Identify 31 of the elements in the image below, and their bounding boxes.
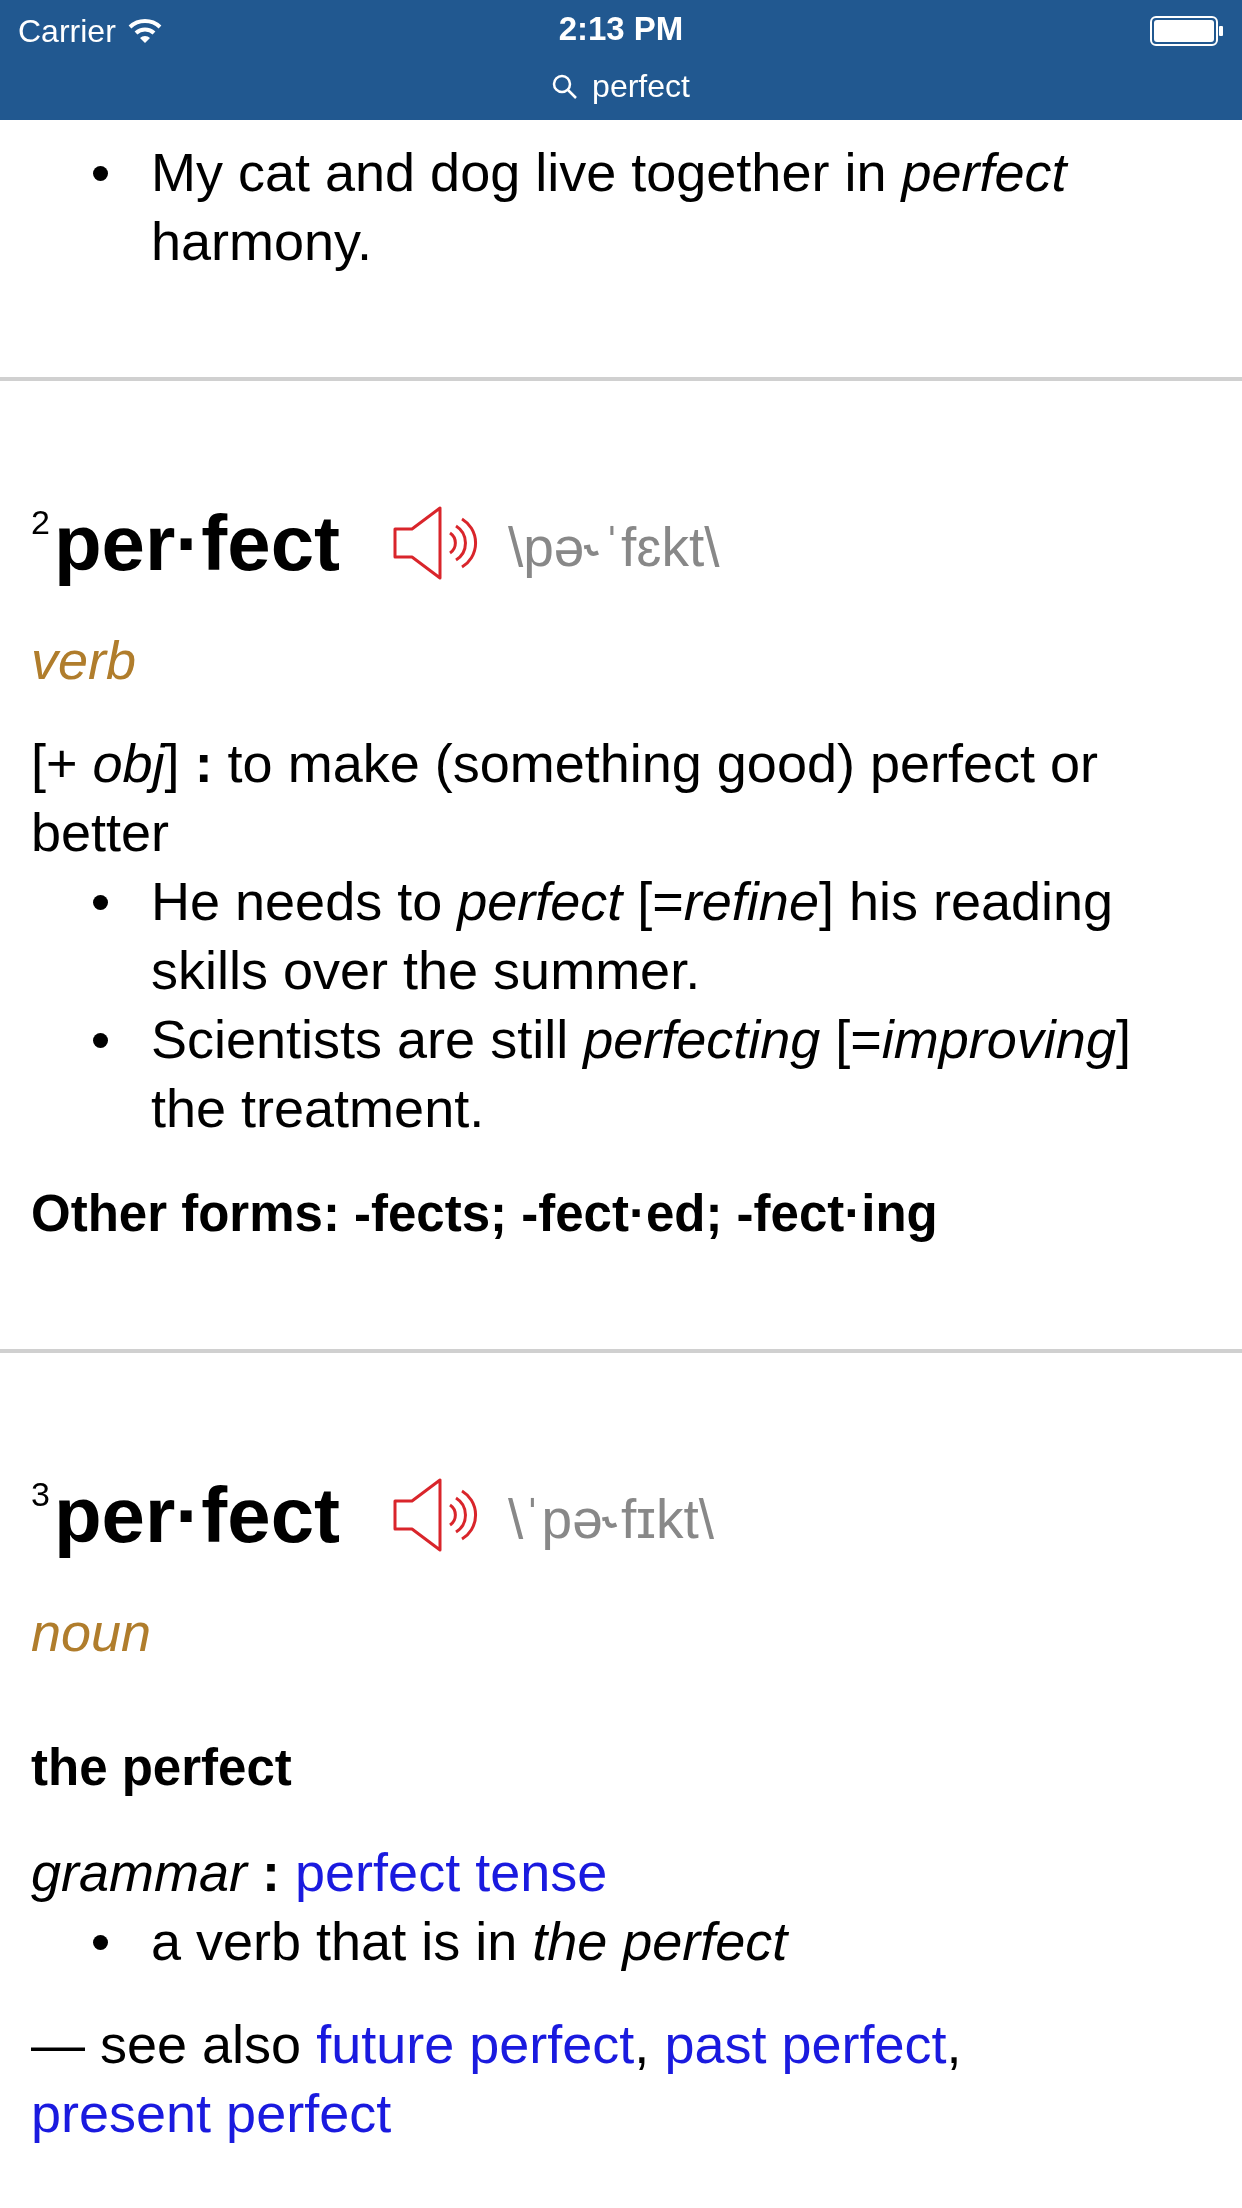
speaker-icon[interactable] — [392, 1477, 478, 1553]
pronunciation: \ˈpə˞fɪkt\ — [508, 1487, 714, 1551]
example-sentence: My cat and dog live together in perfect harmony. — [151, 141, 1070, 273]
headword: $^{2}$ per·fect — [31, 497, 340, 589]
headword: $^{3}$ per·fect — [31, 1469, 340, 1561]
example-sentence: Scientists are still perfecting [=improving] the treatment. — [151, 1008, 1132, 1140]
search-query-button[interactable]: perfect — [552, 68, 690, 105]
bullet-icon — [93, 1033, 108, 1048]
carrier-label: Carrier — [18, 12, 116, 50]
usage-label: grammar — [31, 1842, 248, 1902]
cross-reference-link[interactable]: future perfect — [316, 2014, 635, 2074]
example-sentence: He needs to perfect [=refine] his reading skills over the summer. — [151, 870, 1115, 1002]
bullet-icon — [93, 895, 108, 910]
speaker-icon[interactable] — [392, 505, 478, 581]
part-of-speech: noun — [31, 1601, 153, 1664]
battery-icon — [1150, 15, 1224, 47]
bullet-icon — [93, 1935, 108, 1950]
cross-reference-link[interactable]: present perfect — [31, 2083, 392, 2143]
see-also-text: — see also future perfect, past perfect, present perfect — [31, 2013, 963, 2145]
wifi-icon — [127, 18, 162, 44]
cross-reference-link[interactable]: perfect tense — [295, 1842, 608, 1902]
colon-separator: : — [262, 1842, 281, 1902]
other-forms: Other forms: -fects; -fect·ed; -fect·ing — [31, 1184, 939, 1244]
status-time: 2:13 PM — [558, 10, 684, 48]
example-sentence: a verb that is in the perfect — [151, 1910, 790, 1973]
pronunciation: \pə˞ˈfɛkt\ — [508, 515, 720, 579]
part-of-speech: verb — [31, 629, 138, 692]
bullet-icon — [93, 166, 108, 181]
cross-reference-link[interactable]: past perfect — [664, 2014, 947, 2074]
phrase-heading: the perfect — [31, 1738, 293, 1798]
search-icon — [552, 73, 579, 100]
